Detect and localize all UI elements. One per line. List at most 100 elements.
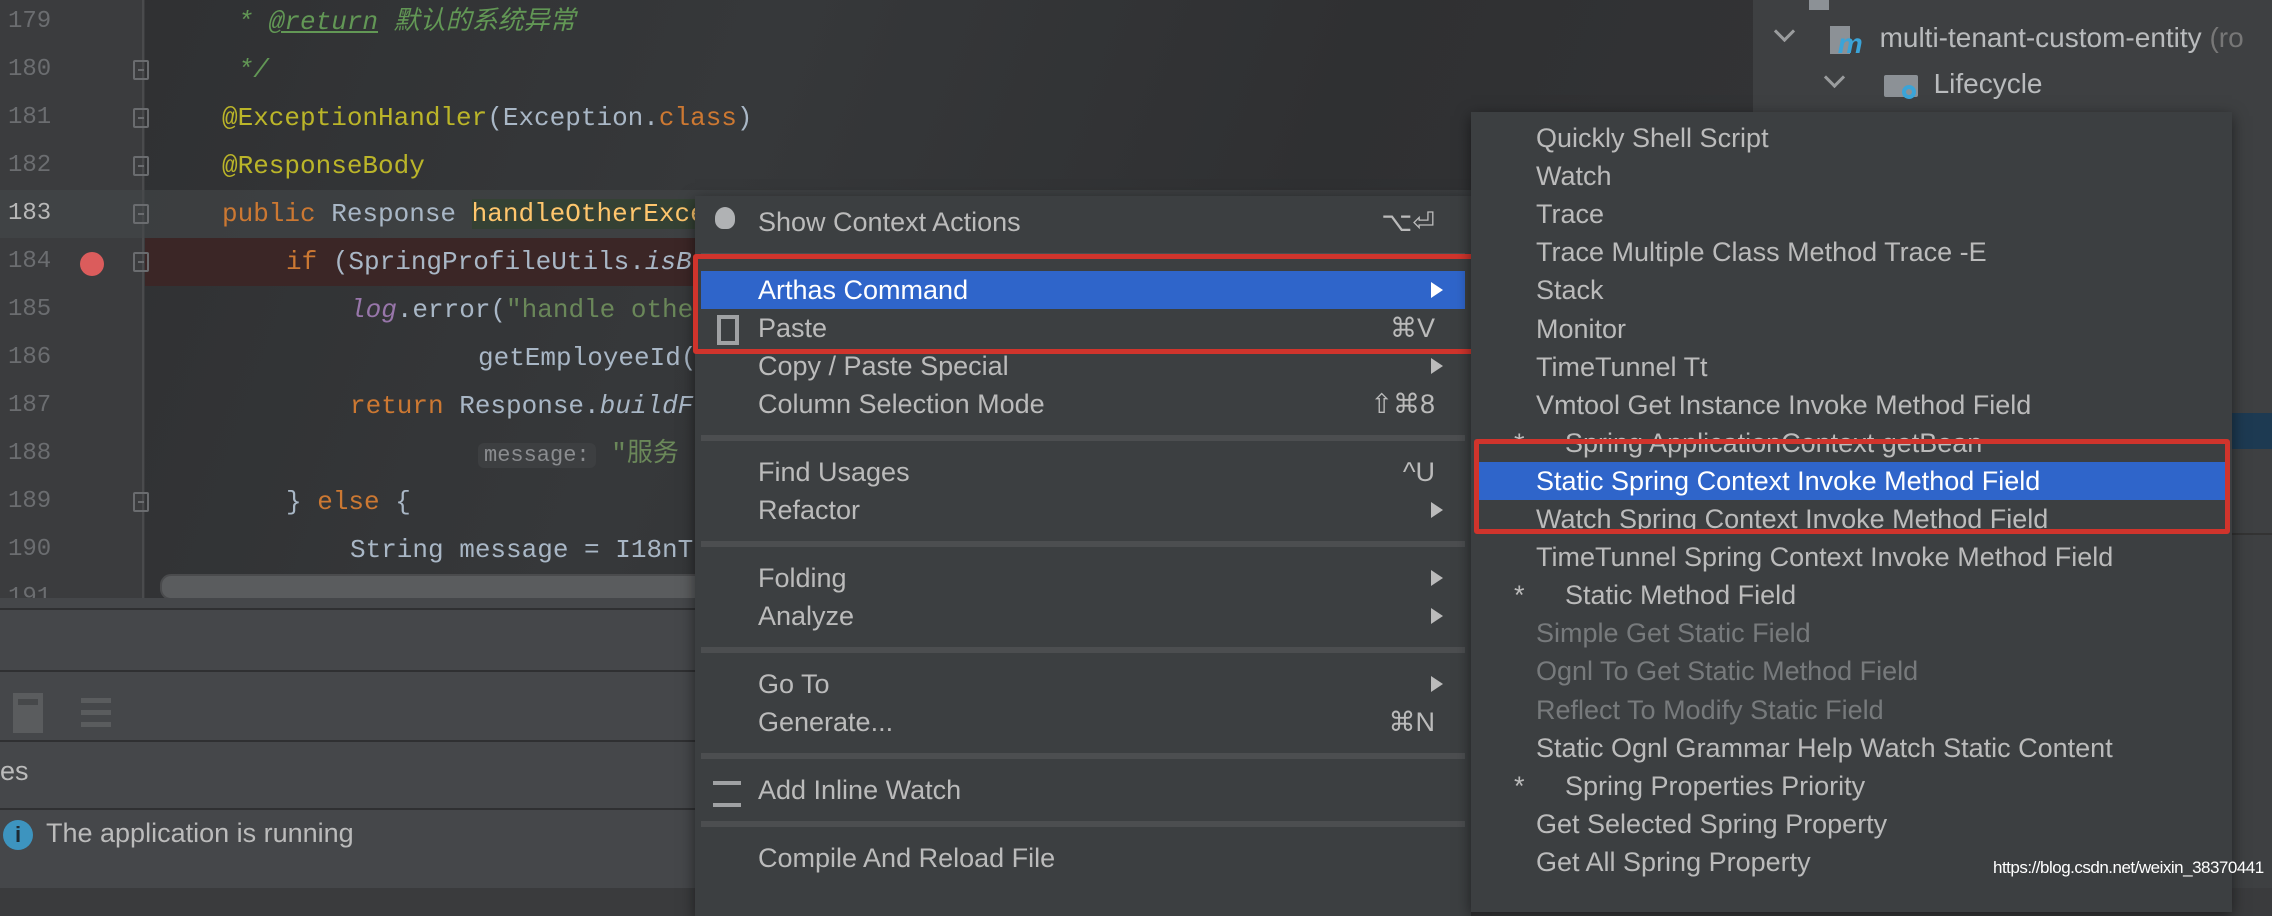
divider [0,608,700,610]
menu-item-column-selection-mode[interactable]: Column Selection Mode ⇧⌘8 [701,385,1465,423]
arthas-item-stack[interactable]: Stack [1475,271,2228,309]
menu-separator [701,753,1465,759]
code-token: String message = I18nT [350,535,694,565]
code-token: public [222,199,332,229]
maven-module-icon [1809,0,1849,14]
code-token: @return [268,7,379,37]
module-suffix: (ro [2209,22,2244,53]
shortcut-label: ⌘N [1388,707,1436,737]
menu-item-label: Ognl To Get Static Method Field [1536,656,1919,687]
star-marker: * [1514,770,1525,801]
fold-icon[interactable] [133,492,149,512]
code-line[interactable]: return Response.buildF [350,382,693,430]
menu-item-generate[interactable]: Generate... ⌘N [701,703,1465,741]
arthas-item-watch[interactable]: Watch [1475,157,2228,195]
code-token: (SpringProfileUtils. [332,247,645,277]
code-token: "handle othe [506,295,694,325]
menu-item-label: Get All Spring Property [1536,846,1811,877]
fold-icon[interactable] [133,60,149,80]
menu-item-label: Trace [1536,199,1605,230]
fold-icon[interactable] [133,108,149,128]
lightbulb-icon [715,207,735,229]
menu-item-label: Generate... [758,707,894,737]
code-line[interactable]: @ExceptionHandler(Exception.class) [222,94,753,142]
menu-item-add-inline-watch[interactable]: Add Inline Watch [701,771,1465,809]
arthas-item-static-method-field[interactable]: * Static Method Field [1475,576,2228,614]
shortcut-label: ^U [1402,457,1435,487]
tree-item-lifecycle[interactable]: Lifecycle [1821,62,2043,106]
arthas-item-timetunnel-spring-context-invoke-method-field[interactable]: TimeTunnel Spring Context Invoke Method … [1475,538,2228,576]
line-number: 189 [8,488,52,515]
menu-item-label: Monitor [1536,313,1627,344]
menu-item-show-context-actions[interactable]: Show Context Actions ⌥⏎ [701,203,1465,241]
menu-item-compile-and-reload-file[interactable]: Compile And Reload File [701,839,1465,877]
arthas-item-trace[interactable]: Trace [1475,195,2228,233]
code-token: 默认的系统异常 [378,7,576,37]
line-number: 187 [8,392,52,419]
submenu-arrow-icon [1431,502,1443,518]
arthas-item-timetunnel-tt[interactable]: TimeTunnel Tt [1475,348,2228,386]
menu-item-refactor[interactable]: Refactor [701,491,1465,529]
menu-item-label: Quickly Shell Script [1536,123,1769,153]
menu-item-label: Spring Properties Priority [1565,770,1866,801]
menu-item-label: Add Inline Watch [758,775,962,805]
menu-item-folding[interactable]: Folding [701,559,1465,597]
code-token: */ [222,55,269,85]
code-line[interactable]: * @return 默认的系统异常 [222,0,576,46]
menu-item-go-to[interactable]: Go To [701,665,1465,703]
code-line[interactable]: } else { [286,478,411,526]
submenu-arrow-icon [1431,358,1443,374]
arthas-item-vmtool-get-instance-invoke-method-field[interactable]: Vmtool Get Instance Invoke Method Field [1475,386,2228,424]
arthas-item-static-ognl-grammar-help-watch-static-content[interactable]: Static Ognl Grammar Help Watch Static Co… [1475,729,2228,767]
menu-separator [701,541,1465,547]
line-number: 179 [8,8,52,35]
line-number: 183 [8,200,52,227]
menu-item-label: Static Ognl Grammar Help Watch Static Co… [1536,732,2113,763]
arthas-item-monitor[interactable]: Monitor [1475,310,2228,348]
status-message: The application is running [46,818,354,848]
line-number: 186 [8,344,52,371]
code-line[interactable]: if (SpringProfileUtils.isB [286,238,692,286]
tree-item-module[interactable]: m multi-tenant-custom-entity (ro [1771,18,2244,58]
line-number: 180 [8,56,52,83]
menu-item-label: Show Context Actions [758,207,1021,237]
code-line[interactable]: String message = I18nT [350,526,693,574]
calculator-icon[interactable] [13,693,43,733]
lifecycle-folder-icon [1883,71,1920,101]
code-token: else [317,487,380,517]
highlight-box-spring-context [1474,439,2230,534]
arthas-item-reflect-to-modify-static-field: Reflect To Modify Static Field [1475,691,2228,729]
menu-item-label: Static Method Field [1565,580,1797,611]
menu-item-analyze[interactable]: Analyze [701,597,1465,635]
code-line[interactable]: message: "服务 [478,430,679,478]
menu-item-label: Column Selection Mode [758,389,1045,419]
code-line[interactable]: */ [222,46,269,94]
code-line[interactable]: @ResponseBody [222,142,425,190]
chevron-down-icon [1823,66,1846,89]
code-line[interactable]: getEmployeeId( [478,334,696,382]
code-token: log [350,295,397,325]
code-token: isB [644,247,692,277]
code-token: @ResponseBody [222,151,425,181]
code-token: { [379,487,411,517]
arthas-item-quickly-shell-script[interactable]: Quickly Shell Script [1475,119,2228,157]
tab-label-fragment[interactable]: es [0,756,29,787]
arthas-item-trace-multiple-class-method-trace-e[interactable]: Trace Multiple Class Method Trace -E [1475,233,2228,271]
fold-icon[interactable] [133,252,149,272]
arthas-item-get-selected-spring-property[interactable]: Get Selected Spring Property [1475,805,2228,843]
menu-item-find-usages[interactable]: Find Usages ^U [701,453,1465,491]
code-line[interactable]: log.error("handle othe [350,286,693,334]
filter-list-icon[interactable] [81,696,111,730]
fold-icon[interactable] [133,156,149,176]
highlight-box-arthas [693,254,1477,354]
menu-item-label: Refactor [758,495,861,525]
menu-separator [701,821,1465,827]
line-number: 185 [8,296,52,323]
code-token: ) [736,103,753,133]
menu-item-label: TimeTunnel Tt [1536,351,1708,382]
fold-icon[interactable] [133,204,149,224]
watermark: https://blog.csdn.net/weixin_38370441 [1993,858,2264,877]
lifecycle-label: Lifecycle [1933,68,2043,99]
arthas-item-spring-properties-priority[interactable]: * Spring Properties Priority [1475,767,2228,805]
code-token: } [286,487,318,517]
